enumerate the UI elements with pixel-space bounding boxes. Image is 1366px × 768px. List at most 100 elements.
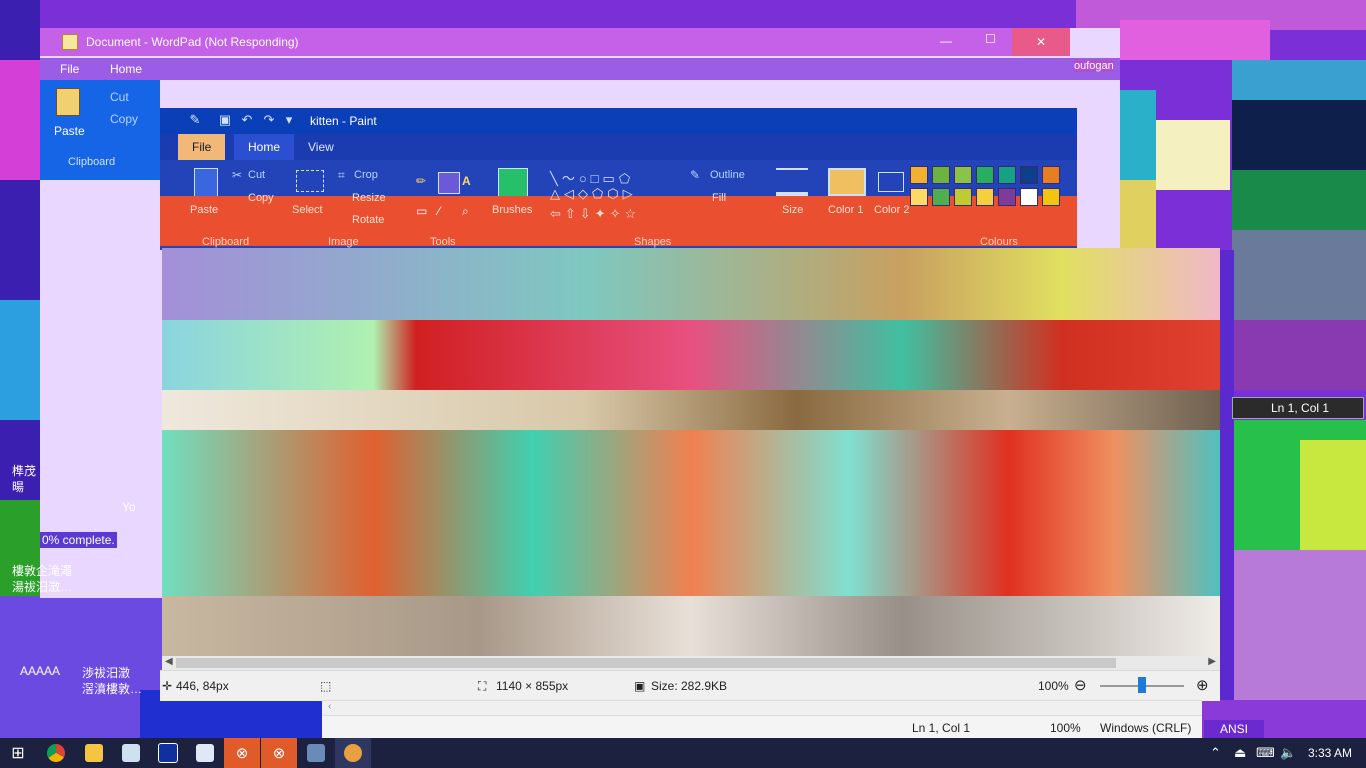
paint-fill-button[interactable]: Fill <box>712 192 726 204</box>
zoom-in-icon[interactable]: ⊕ <box>1196 676 1209 694</box>
palette-swatch[interactable] <box>1020 188 1038 206</box>
color-palette <box>910 166 1076 232</box>
paint-select-button[interactable]: Select <box>292 204 323 216</box>
palette-swatch[interactable] <box>998 188 1016 206</box>
chevron-up-icon[interactable]: ⌃ <box>1210 745 1221 761</box>
palette-swatch[interactable] <box>976 166 994 184</box>
shapes-gallery-row3[interactable]: ⇦⇧⇩✦✧☆ <box>550 206 640 222</box>
scroll-right-icon[interactable]: ▶ <box>1208 656 1216 667</box>
pencil-icon[interactable]: ✏ <box>416 174 426 188</box>
save-icon[interactable]: ▣ <box>218 113 232 127</box>
magnifier-icon[interactable]: ⌕ <box>462 204 469 219</box>
wordpad-tab-file[interactable]: File <box>60 62 79 76</box>
palette-swatch[interactable] <box>910 188 928 206</box>
scroll-left-icon[interactable]: ‹ <box>328 701 331 712</box>
taskbar-paint[interactable] <box>335 738 371 768</box>
paint-brushes-button[interactable]: Brushes <box>492 204 532 216</box>
scrollbar-thumb[interactable] <box>176 658 1116 668</box>
paint-color2-label: Color 2 <box>874 204 910 216</box>
left-fragment-5: AAAAA <box>20 664 61 678</box>
zoom-slider-thumb[interactable] <box>1138 677 1146 693</box>
paint-tab-view[interactable]: View <box>294 134 348 160</box>
wordpad-tabs: File Home <box>40 58 1120 80</box>
color1-swatch[interactable] <box>828 168 866 196</box>
palette-swatch[interactable] <box>910 166 928 184</box>
paint-cut-button[interactable]: Cut <box>248 169 265 181</box>
palette-swatch[interactable] <box>1042 188 1060 206</box>
chrome-icon <box>47 744 65 762</box>
folder-icon <box>85 744 103 762</box>
paint-ribbon-tabs: File Home View <box>160 134 1077 160</box>
canvas-horizontal-scrollbar[interactable]: ◀ ▶ <box>162 656 1220 670</box>
wordpad-paste-button[interactable]: Paste <box>54 124 85 138</box>
left-fragment-6: 渉祓汨澂 <box>82 666 131 680</box>
paint-tab-file[interactable]: File <box>178 134 226 160</box>
paint-tab-home[interactable]: Home <box>234 134 295 160</box>
shapes-gallery[interactable]: ╲〜○□▭⬠ <box>550 168 670 188</box>
taskbar-remote-desktop[interactable] <box>298 738 334 768</box>
maximize-icon[interactable]: ☐ <box>985 32 996 46</box>
palette-swatch[interactable] <box>932 188 950 206</box>
volume-icon[interactable]: 🔈 <box>1280 745 1296 761</box>
clock[interactable]: 3:33 AM <box>1308 746 1352 760</box>
usb-icon[interactable]: ⏏ <box>1234 745 1246 761</box>
paint-paste-button[interactable]: Paste <box>190 204 218 216</box>
taskbar-notepad[interactable] <box>113 738 149 768</box>
taskbar-file-explorer[interactable] <box>76 738 112 768</box>
palette-swatch[interactable] <box>998 166 1016 184</box>
customize-qat-icon[interactable]: ▾ <box>282 113 296 127</box>
redo-icon[interactable]: ↷ <box>262 113 276 127</box>
notepad-icon <box>122 744 140 762</box>
error-icon: ⊗ <box>235 745 249 762</box>
paint-outline-button[interactable]: Outline <box>710 169 745 181</box>
minimize-icon[interactable]: — <box>940 34 952 48</box>
paint-copy-button[interactable]: Copy <box>248 192 274 204</box>
file-size: Size: 282.9KB <box>651 679 728 693</box>
right-position-text: Ln 1, Col 1 <box>1271 401 1330 415</box>
paint-icon <box>344 744 362 762</box>
notepad-horizontal-scrollbar[interactable]: ‹ <box>322 701 1202 716</box>
color-picker-icon[interactable]: ⁄ <box>438 204 440 218</box>
undo-icon[interactable]: ↶ <box>240 113 254 127</box>
palette-swatch[interactable] <box>954 188 972 206</box>
color2-swatch[interactable] <box>878 172 904 192</box>
size-icon <box>776 168 808 196</box>
paint-title-bar[interactable]: ✎ ▣ ↶ ↷ ▾ kitten - Paint <box>160 108 1077 134</box>
taskbar-error-1[interactable]: ⊗ <box>224 738 260 768</box>
paint-canvas-image[interactable] <box>162 248 1220 656</box>
right-cursor-position: Ln 1, Col 1 <box>1232 397 1364 419</box>
paint-resize-button[interactable]: Resize <box>352 192 386 204</box>
taskbar-wordpad[interactable] <box>187 738 223 768</box>
taskbar-paint-window[interactable] <box>150 738 186 768</box>
wordpad-title-bar[interactable]: Document - WordPad (Not Responding) — ☐ … <box>40 28 1070 56</box>
scroll-left-icon[interactable]: ◀ <box>165 656 173 667</box>
wordpad-tab-home[interactable]: Home <box>110 62 142 76</box>
palette-swatch[interactable] <box>976 188 994 206</box>
monitor-icon <box>158 743 178 763</box>
palette-swatch[interactable] <box>1042 166 1060 184</box>
text-icon[interactable]: A <box>462 174 471 188</box>
network-icon[interactable]: ⌨ <box>1256 745 1275 761</box>
wordpad-cut-button[interactable]: Cut <box>110 90 129 104</box>
left-fragment-3: 樓敦企滝澠 <box>12 564 73 578</box>
palette-swatch[interactable] <box>954 166 972 184</box>
wordpad-copy-button[interactable]: Copy <box>110 112 138 126</box>
close-icon[interactable]: ✕ <box>1012 28 1070 56</box>
paint-crop-button[interactable]: Crop <box>354 169 378 181</box>
paint-size-button[interactable]: Size <box>782 204 803 216</box>
paste-icon <box>194 168 218 198</box>
paint-rotate-button[interactable]: Rotate <box>352 214 384 226</box>
eraser-icon[interactable]: ▭ <box>416 204 427 218</box>
palette-swatch[interactable] <box>1020 166 1038 184</box>
taskbar-error-2[interactable]: ⊗ <box>261 738 297 768</box>
start-button[interactable]: ⊞ <box>0 738 36 768</box>
selection-icon: ⬚ <box>320 679 332 693</box>
zoom-out-icon[interactable]: ⊖ <box>1074 676 1087 694</box>
error-icon: ⊗ <box>272 745 286 762</box>
file-size-icon: ▣ <box>634 679 646 693</box>
wordpad-dialog-fragment: Yo <box>122 500 136 514</box>
fill-icon[interactable] <box>438 172 460 194</box>
taskbar-chrome[interactable] <box>38 738 74 768</box>
shapes-gallery-row2[interactable]: △◁◇⬠⬡▷ <box>550 186 637 202</box>
palette-swatch[interactable] <box>932 166 950 184</box>
